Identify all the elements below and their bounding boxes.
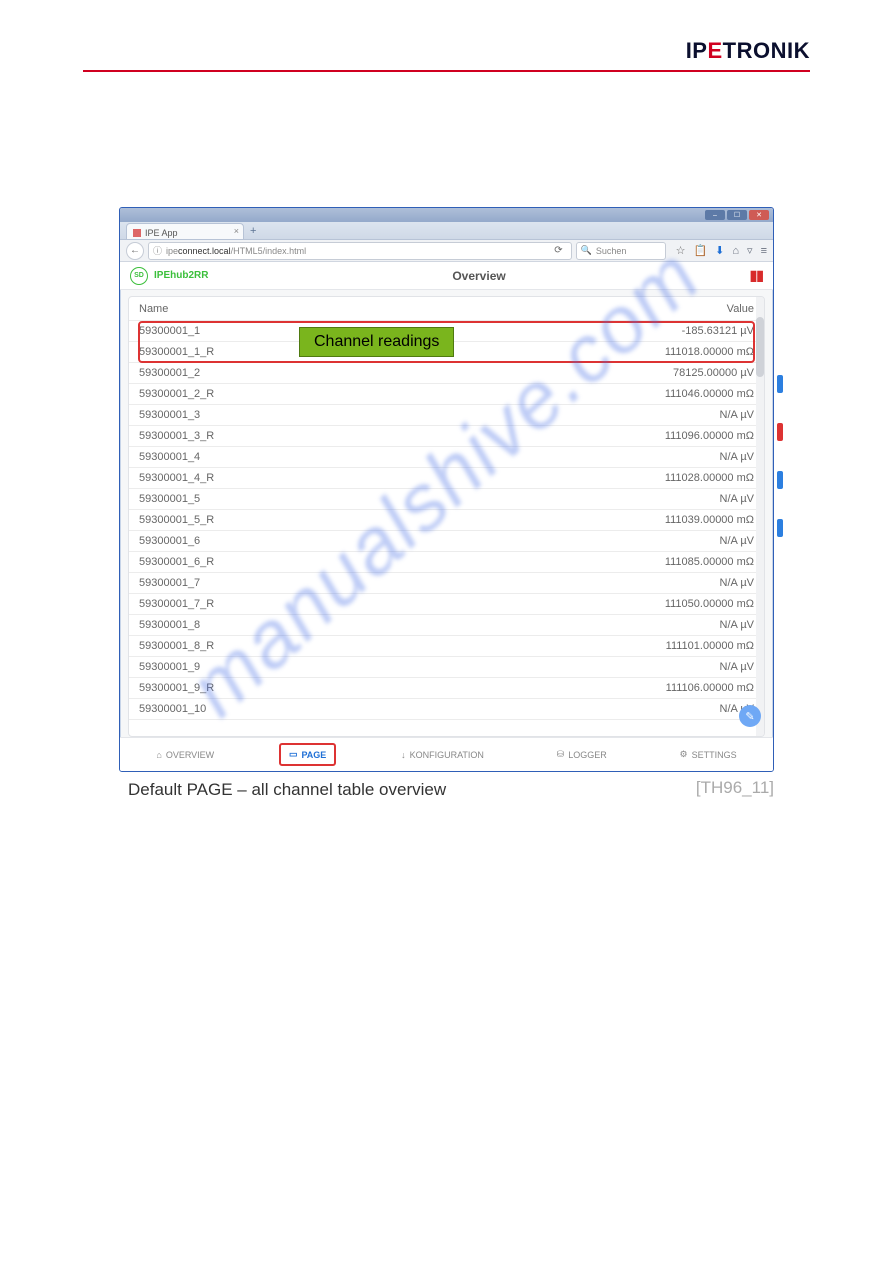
device-name: IPEhub2RR — [154, 270, 208, 281]
callout-label: Channel readings — [299, 327, 454, 357]
home-icon: ⌂ — [156, 750, 161, 760]
clipboard-icon[interactable]: 📋 — [693, 244, 707, 257]
gear-icon: ⚙ — [680, 749, 688, 760]
scrollbar-thumb[interactable] — [756, 317, 764, 377]
search-placeholder: Suchen — [596, 246, 627, 256]
figure-reference: [TH96_11] — [696, 778, 774, 798]
page-icon: ▭ — [289, 749, 298, 760]
nav-konfiguration[interactable]: ↓ KONFIGURATION — [393, 746, 492, 764]
table-header-value: Value — [727, 303, 754, 315]
browser-tab[interactable]: IPE App × — [126, 223, 244, 239]
browser-toolbar: ← ⓘ ipeconnect.local/HTML5/index.html ⟳ … — [120, 240, 773, 262]
page-header: IPETRONIK — [83, 38, 810, 72]
app-header: SD IPEhub2RR Overview ▮▮ — [120, 262, 773, 290]
window-close-button[interactable]: ✕ — [749, 210, 769, 220]
nav-page[interactable]: ▭ PAGE — [279, 743, 336, 766]
table-row[interactable]: 59300001_9_R111106.00000 mΩ — [129, 678, 764, 699]
edge-nub-icon — [777, 375, 783, 393]
table-header-row: Name Value — [129, 297, 764, 321]
edge-nub-icon — [777, 471, 783, 489]
tab-title: IPE App — [145, 228, 178, 238]
table-row[interactable]: 59300001_3N/A µV — [129, 405, 764, 426]
channel-table: Name Value 59300001_1-185.63121 µV 59300… — [128, 296, 765, 737]
nav-settings[interactable]: ⚙ SETTINGS — [672, 745, 745, 764]
brand-logo: IPETRONIK — [686, 38, 810, 64]
edge-decorations — [777, 375, 783, 567]
edge-nub-icon — [777, 519, 783, 537]
browser-tabstrip: IPE App × + — [120, 222, 773, 240]
nav-logger[interactable]: ⛁ LOGGER — [549, 745, 615, 764]
app-title: Overview — [452, 269, 505, 283]
floating-action-button[interactable]: ✎ — [739, 705, 761, 727]
device-indicator[interactable]: SD IPEhub2RR — [130, 267, 208, 285]
window-maximize-button[interactable]: ☐ — [727, 210, 747, 220]
nav-overview[interactable]: ⌂ OVERVIEW — [148, 746, 222, 764]
pocket-icon[interactable]: ▿ — [747, 244, 753, 257]
home-icon[interactable]: ⌂ — [732, 245, 739, 257]
window-minimize-button[interactable]: – — [705, 210, 725, 220]
new-tab-button[interactable]: + — [250, 225, 256, 239]
back-button[interactable]: ← — [126, 242, 144, 260]
bottom-nav: ⌂ OVERVIEW ▭ PAGE ↓ KONFIGURATION ⛁ LOGG… — [120, 737, 773, 771]
search-box[interactable]: 🔍 Suchen — [576, 242, 666, 260]
download-icon: ↓ — [401, 750, 406, 760]
address-bar[interactable]: ⓘ ipeconnect.local/HTML5/index.html ⟳ — [148, 242, 572, 260]
brand-tronik: TRONIK — [723, 38, 810, 63]
bookmark-icon[interactable]: ☆ — [676, 244, 686, 257]
table-row[interactable]: 59300001_6_R111085.00000 mΩ — [129, 552, 764, 573]
url-text: ipeconnect.local/HTML5/index.html — [166, 246, 306, 256]
table-row[interactable]: 59300001_278125.00000 µV — [129, 363, 764, 384]
figure-caption: Default PAGE – all channel table overvie… — [128, 780, 446, 800]
table-row[interactable]: 59300001_2_R111046.00000 mΩ — [129, 384, 764, 405]
scrollbar[interactable] — [756, 297, 764, 736]
table-row[interactable]: 59300001_8N/A µV — [129, 615, 764, 636]
table-row[interactable]: 59300001_7N/A µV — [129, 573, 764, 594]
table-row[interactable]: 59300001_7_R111050.00000 mΩ — [129, 594, 764, 615]
table-row[interactable]: 59300001_4_R111028.00000 mΩ — [129, 468, 764, 489]
tab-favicon-icon — [133, 229, 141, 237]
table-row[interactable]: 59300001_10N/A µV — [129, 699, 764, 720]
table-row[interactable]: 59300001_6N/A µV — [129, 531, 764, 552]
window-titlebar: – ☐ ✕ — [120, 208, 773, 222]
table-row[interactable]: 59300001_4N/A µV — [129, 447, 764, 468]
database-icon: ⛁ — [557, 749, 565, 760]
table-row[interactable]: 59300001_5N/A µV — [129, 489, 764, 510]
insecure-icon: ⓘ — [153, 244, 162, 257]
search-icon: 🔍 — [581, 245, 592, 256]
table-row[interactable]: 59300001_9N/A µV — [129, 657, 764, 678]
edge-nub-icon — [777, 423, 783, 441]
download-icon[interactable]: ⬇ — [715, 244, 724, 257]
menu-icon[interactable]: ≡ — [761, 245, 767, 257]
brand-ip: IP — [686, 38, 708, 63]
tab-close-icon[interactable]: × — [234, 226, 239, 236]
sd-badge-icon: SD — [130, 267, 148, 285]
embedded-screenshot: – ☐ ✕ IPE App × + ← ⓘ ipeconnect.local/H… — [119, 207, 774, 772]
brand-e: E — [707, 38, 722, 63]
table-row[interactable]: 59300001_3_R111096.00000 mΩ — [129, 426, 764, 447]
table-row[interactable]: 59300001_5_R111039.00000 mΩ — [129, 510, 764, 531]
table-row[interactable]: 59300001_8_R111101.00000 mΩ — [129, 636, 764, 657]
reload-icon[interactable]: ⟳ — [550, 245, 566, 256]
table-header-name: Name — [139, 303, 168, 315]
pause-icon[interactable]: ▮▮ — [750, 267, 763, 284]
toolbar-icons: ☆ 📋 ⬇ ⌂ ▿ ≡ — [670, 244, 767, 257]
